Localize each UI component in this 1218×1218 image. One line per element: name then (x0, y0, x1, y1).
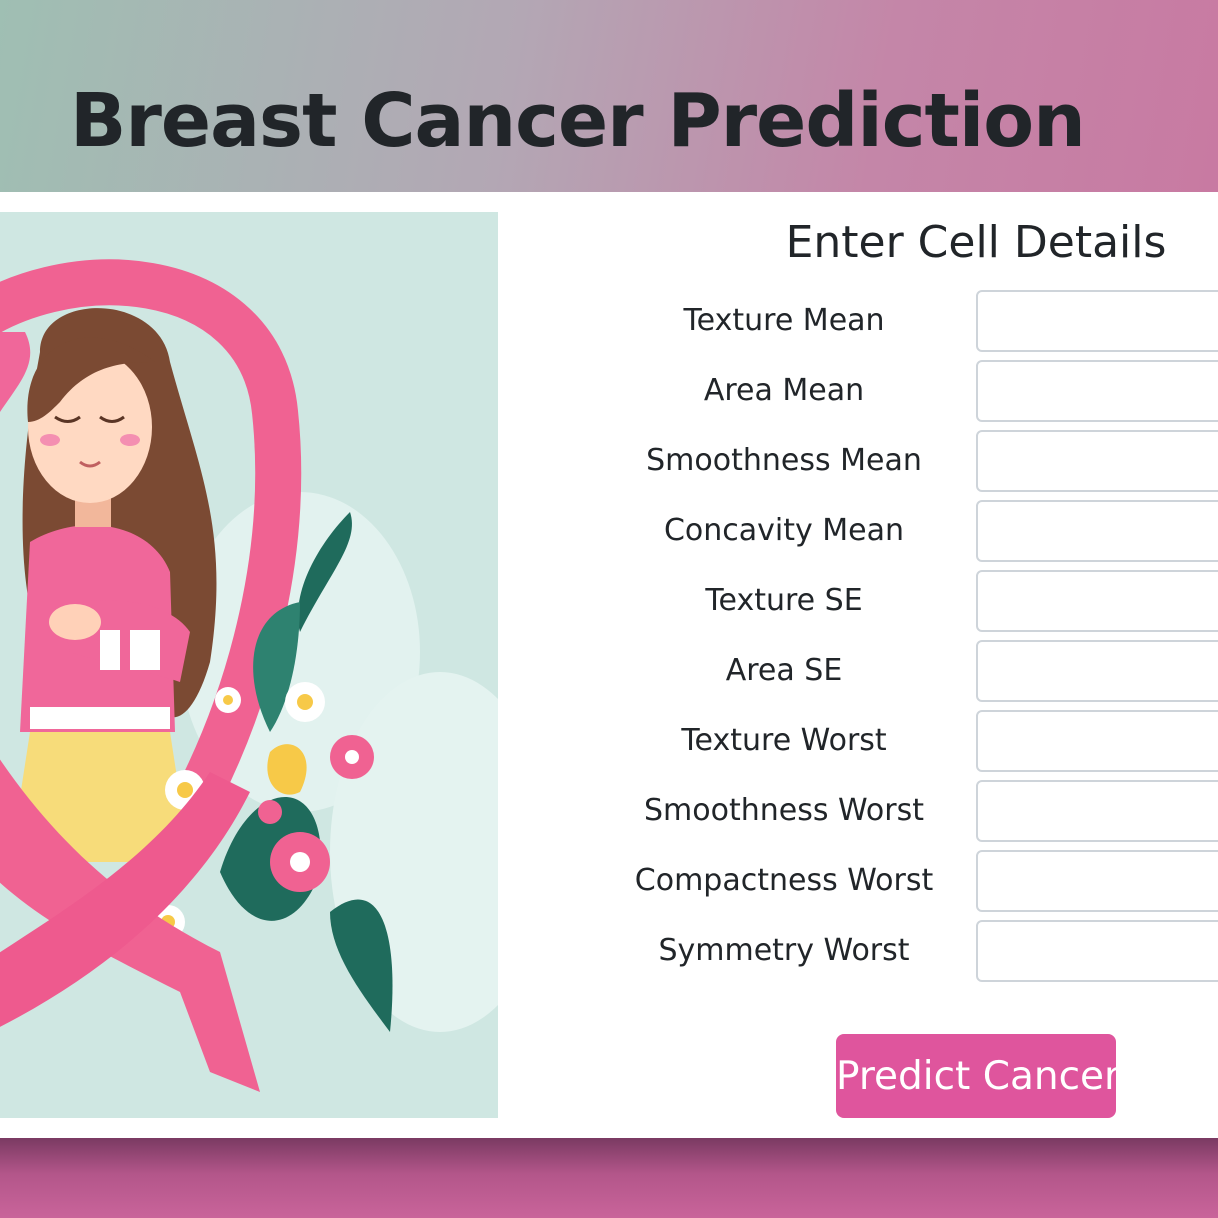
symmetry-worst-input[interactable] (976, 920, 1218, 982)
field-row-concavity-mean: Concavity Mean (600, 500, 1218, 562)
concavity-mean-input[interactable] (976, 500, 1218, 562)
field-row-symmetry-worst: Symmetry Worst (600, 920, 1218, 982)
smoothness-worst-input[interactable] (976, 780, 1218, 842)
field-row-texture-worst: Texture Worst (600, 710, 1218, 772)
field-row-smoothness-mean: Smoothness Mean (600, 430, 1218, 492)
field-label-smoothness-mean: Smoothness Mean (646, 443, 922, 478)
page-title: Breast Cancer Prediction (70, 78, 1086, 164)
field-row-area-se: Area SE (600, 640, 1218, 702)
field-label-texture-mean: Texture Mean (683, 303, 885, 338)
area-mean-input[interactable] (976, 360, 1218, 422)
smoothness-mean-input[interactable] (976, 430, 1218, 492)
field-row-area-mean: Area Mean (600, 360, 1218, 422)
texture-worst-input[interactable] (976, 710, 1218, 772)
predict-cancer-button[interactable]: Predict Cancer (836, 1034, 1120, 1118)
compactness-worst-input[interactable] (976, 850, 1218, 912)
page-footer (0, 1138, 1218, 1218)
field-row-texture-mean: Texture Mean (600, 290, 1218, 352)
page-header: Breast Cancer Prediction (0, 0, 1218, 192)
pink-ribbon-woman-illustration (0, 259, 498, 1092)
field-row-smoothness-worst: Smoothness Worst (600, 780, 1218, 842)
area-se-input[interactable] (976, 640, 1218, 702)
field-label-area-se: Area SE (725, 653, 843, 688)
texture-se-input[interactable] (976, 570, 1218, 632)
texture-mean-input[interactable] (976, 290, 1218, 352)
field-label-texture-worst: Texture Worst (681, 723, 887, 758)
field-label-symmetry-worst: Symmetry Worst (658, 933, 910, 968)
illustration-panel (0, 212, 498, 1118)
field-row-compactness-worst: Compactness Worst (600, 850, 1218, 912)
form-title: Enter Cell Details (785, 217, 1167, 268)
field-label-smoothness-worst: Smoothness Worst (643, 793, 924, 828)
field-row-texture-se: Texture SE (600, 570, 1218, 632)
field-label-texture-se: Texture SE (705, 583, 863, 618)
field-label-concavity-mean: Concavity Mean (663, 513, 905, 548)
field-label-area-mean: Area Mean (703, 373, 865, 408)
field-label-compactness-worst: Compactness Worst (634, 863, 934, 898)
